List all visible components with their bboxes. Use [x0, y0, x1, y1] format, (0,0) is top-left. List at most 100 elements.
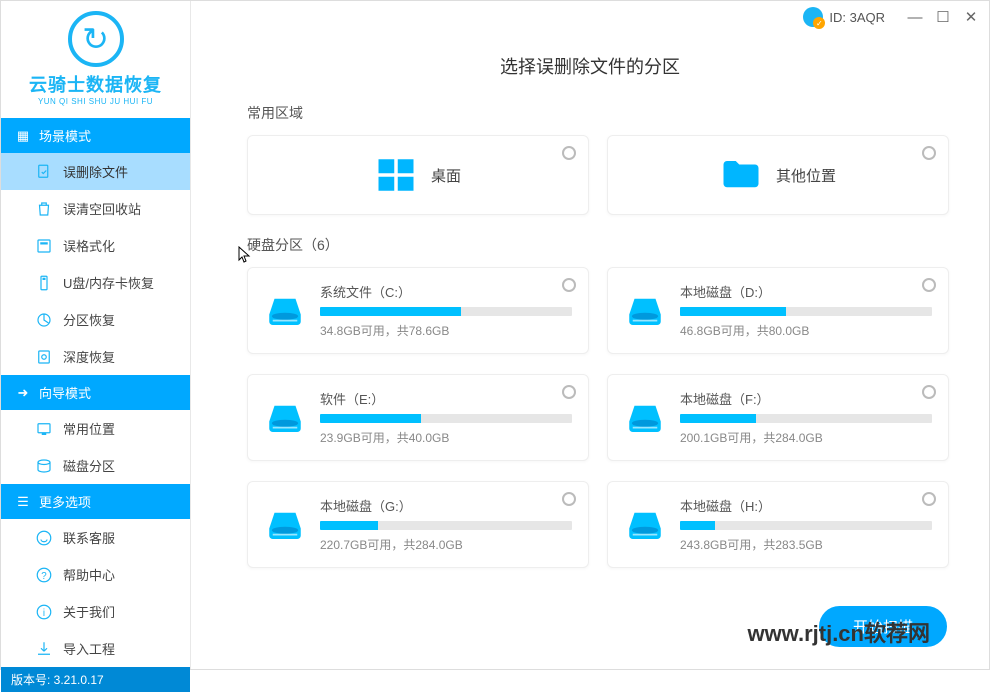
- radio-icon[interactable]: [922, 385, 936, 399]
- nav-label: 分区恢复: [63, 310, 115, 329]
- nav-label: 磁盘分区: [63, 456, 115, 475]
- drive-card[interactable]: 本地磁盘（D:）46.8GB可用，共80.0GB: [607, 267, 949, 354]
- drive-card[interactable]: 本地磁盘（G:） 220.7GB可用，共284.0GB: [247, 481, 589, 568]
- disk-region-label: 硬盘分区（6）: [247, 235, 949, 255]
- drive-free-text: 34.8GB可用，共78.6GB: [320, 322, 572, 339]
- drive-usage-bar: [320, 307, 572, 316]
- radio-icon[interactable]: [922, 146, 936, 160]
- sidebar-item[interactable]: 分区恢复: [1, 301, 190, 338]
- user-icon: [803, 7, 823, 27]
- help-icon: ?: [35, 566, 53, 584]
- id-badge[interactable]: ID: 3AQR: [803, 7, 885, 27]
- logo-area: 云骑士数据恢复 YUN QI SHI SHU JU HUI FU: [1, 1, 190, 118]
- maximize-button[interactable]: ☐: [933, 7, 953, 27]
- sidebar-item[interactable]: 联系客服: [1, 519, 190, 556]
- nav-label: 常用位置: [63, 419, 115, 438]
- menu-icon: ☰: [15, 494, 31, 510]
- disk-icon: [35, 457, 53, 475]
- nav-label: 导入工程: [63, 639, 115, 658]
- drive-free-text: 243.8GB可用，共283.5GB: [680, 536, 932, 553]
- drive-icon: [624, 397, 666, 439]
- titlebar: ID: 3AQR — ☐ ✕: [191, 1, 989, 33]
- sidebar-item[interactable]: 磁盘分区: [1, 447, 190, 484]
- sidebar-item[interactable]: U盘/内存卡恢复: [1, 264, 190, 301]
- nav-label: U盘/内存卡恢复: [63, 273, 154, 292]
- folder-icon: [720, 154, 762, 196]
- drive-card[interactable]: 系统文件（C:） 34.8GB可用，共78.6GB: [247, 267, 589, 354]
- drive-name: 本地磁盘（F:）: [680, 389, 932, 408]
- radio-icon[interactable]: [562, 146, 576, 160]
- sidebar: 云骑士数据恢复 YUN QI SHI SHU JU HUI FU ▦ 场景模式 …: [1, 1, 191, 669]
- radio-icon[interactable]: [562, 278, 576, 292]
- arrow-icon: ➜: [15, 385, 31, 401]
- drive-usage-bar: [680, 414, 932, 423]
- drive-free-text: 46.8GB可用，共80.0GB: [680, 322, 932, 339]
- nav-label: 帮助中心: [63, 565, 115, 584]
- drive-card[interactable]: 本地磁盘（H:） 243.8GB可用，共283.5GB: [607, 481, 949, 568]
- svg-text:i: i: [43, 607, 45, 618]
- file-restore-icon: [35, 163, 53, 181]
- drive-usage-bar: [680, 307, 932, 316]
- card-label: 其他位置: [776, 165, 836, 186]
- svg-text:?: ?: [41, 570, 47, 581]
- partition-icon: [35, 311, 53, 329]
- app-logo-icon: [68, 11, 124, 67]
- drive-card[interactable]: 软件（E:） 23.9GB可用，共40.0GB: [247, 374, 589, 461]
- section-wizard-mode[interactable]: ➜ 向导模式: [1, 375, 190, 410]
- drive-name: 本地磁盘（G:）: [320, 496, 572, 515]
- sidebar-item[interactable]: ? 帮助中心: [1, 556, 190, 593]
- sidebar-item[interactable]: 深度恢复: [1, 338, 190, 375]
- import-icon: [35, 640, 53, 658]
- radio-icon[interactable]: [562, 385, 576, 399]
- drive-usage-bar: [320, 521, 572, 530]
- common-region-label: 常用区域: [247, 103, 949, 123]
- sidebar-item[interactable]: 误删除文件: [1, 153, 190, 190]
- radio-icon[interactable]: [922, 492, 936, 506]
- sidebar-item[interactable]: 误清空回收站: [1, 190, 190, 227]
- card-label: 桌面: [431, 165, 461, 186]
- nav-label: 联系客服: [63, 528, 115, 547]
- deep-icon: [35, 348, 53, 366]
- drive-name: 软件（E:）: [320, 389, 572, 408]
- nav-label: 误删除文件: [63, 162, 128, 181]
- radio-icon[interactable]: [922, 278, 936, 292]
- drive-name: 本地磁盘（H:）: [680, 496, 932, 515]
- minimize-button[interactable]: —: [905, 7, 925, 27]
- version-label: 版本号: 3.21.0.17: [1, 667, 190, 692]
- drive-name: 系统文件（C:）: [320, 282, 572, 301]
- drive-icon: [624, 504, 666, 546]
- drive-free-text: 220.7GB可用，共284.0GB: [320, 536, 572, 553]
- sidebar-item[interactable]: i关于我们: [1, 593, 190, 630]
- drive-icon: [624, 290, 666, 332]
- radio-icon[interactable]: [562, 492, 576, 506]
- location-icon: [35, 420, 53, 438]
- start-scan-button[interactable]: 开始扫描: [819, 606, 947, 647]
- nav-label: 误格式化: [63, 236, 115, 255]
- sidebar-item[interactable]: 误格式化: [1, 227, 190, 264]
- drive-usage-bar: [320, 414, 572, 423]
- drive-card[interactable]: 本地磁盘（F:） 200.1GB可用，共284.0GB: [607, 374, 949, 461]
- sidebar-item[interactable]: 常用位置: [1, 410, 190, 447]
- app-name-sub: YUN QI SHI SHU JU HUI FU: [1, 97, 190, 106]
- close-button[interactable]: ✕: [961, 7, 981, 27]
- nav-label: 深度恢复: [63, 347, 115, 366]
- nav-label: 误清空回收站: [63, 199, 141, 218]
- drive-icon: [264, 504, 306, 546]
- main-area: ID: 3AQR — ☐ ✕ 选择误删除文件的分区 常用区域 桌面: [191, 1, 989, 669]
- info-icon: i: [35, 603, 53, 621]
- card-other-location[interactable]: 其他位置: [607, 135, 949, 215]
- page-title: 选择误删除文件的分区: [191, 33, 989, 103]
- format-icon: [35, 237, 53, 255]
- drive-icon: [264, 290, 306, 332]
- windows-icon: [375, 154, 417, 196]
- grid-icon: ▦: [15, 128, 31, 144]
- section-more-options[interactable]: ☰ 更多选项: [1, 484, 190, 519]
- drive-free-text: 200.1GB可用，共284.0GB: [680, 429, 932, 446]
- section-scene-mode[interactable]: ▦ 场景模式: [1, 118, 190, 153]
- sidebar-item[interactable]: 导入工程: [1, 630, 190, 667]
- drive-free-text: 23.9GB可用，共40.0GB: [320, 429, 572, 446]
- usb-icon: [35, 274, 53, 292]
- drive-usage-bar: [680, 521, 932, 530]
- card-desktop[interactable]: 桌面: [247, 135, 589, 215]
- content: 常用区域 桌面 其他位置 硬盘分区（6） 系统文件: [191, 103, 989, 669]
